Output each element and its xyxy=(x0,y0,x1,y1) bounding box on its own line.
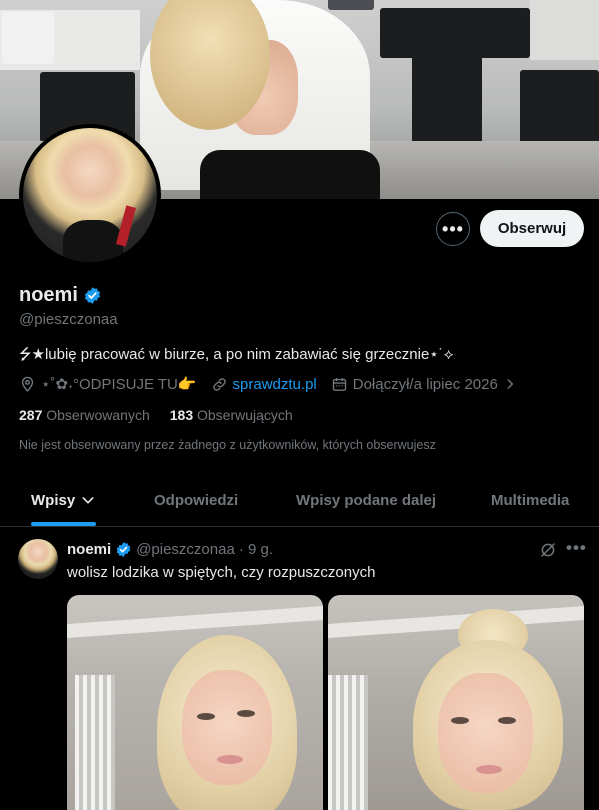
chevron-down-icon[interactable] xyxy=(80,492,96,508)
followers-stat[interactable]: 183 Obserwujących xyxy=(170,407,293,423)
profile-bio: ⭍★lubię pracować w biurze, a po nim zaba… xyxy=(19,346,454,363)
follow-button[interactable]: Obserwuj xyxy=(480,210,584,247)
avatar-strap xyxy=(115,205,137,247)
website-item[interactable]: sprawdztu.pl xyxy=(211,376,317,393)
banner-person-skirt xyxy=(200,150,380,199)
verified-badge-icon[interactable] xyxy=(115,541,132,558)
post-author-handle[interactable]: @pieszczonaa xyxy=(136,541,235,558)
location-item: ⋆˚✿˖°ODPISUJE TU👉 xyxy=(19,375,197,393)
post-author-name[interactable]: noemi xyxy=(67,541,111,558)
following-count: 287 xyxy=(19,407,43,423)
location-text: ⋆˚✿˖°ODPISUJE TU👉 xyxy=(41,376,197,393)
towel-radiator xyxy=(328,675,368,810)
banner-phone xyxy=(328,0,374,10)
eye xyxy=(237,710,255,717)
chevron-right-icon[interactable] xyxy=(503,377,517,391)
tab-media[interactable]: Multimedia xyxy=(491,474,569,526)
face xyxy=(438,673,533,793)
location-pin-icon xyxy=(21,376,34,392)
tab-replies[interactable]: Odpowiedzi xyxy=(154,474,238,526)
calendar-icon xyxy=(332,377,346,391)
post-media-image-2[interactable] xyxy=(328,595,584,810)
post-time[interactable]: · 9 g. xyxy=(239,541,273,558)
active-tab-indicator xyxy=(31,522,96,526)
post-more-button[interactable]: ••• xyxy=(566,538,587,558)
eye xyxy=(498,717,516,724)
eye xyxy=(451,717,469,724)
website-link[interactable]: sprawdztu.pl xyxy=(233,376,317,393)
followers-label: Obserwujących xyxy=(197,407,293,423)
office-wall-right xyxy=(530,0,599,60)
post-author-avatar[interactable] xyxy=(18,539,58,579)
post-text: wolisz lodzika w spiętych, czy rozpuszcz… xyxy=(67,564,376,581)
towel-radiator xyxy=(75,675,115,810)
profile-tabs: Wpisy Odpowiedzi Wpisy podane dalej Mult… xyxy=(0,474,599,527)
profile-stats: 287 Obserwowanych 183 Obserwujących xyxy=(19,407,293,423)
profile-meta: ⋆˚✿˖°ODPISUJE TU👉 sprawdztu.pl Dołączył/… xyxy=(19,375,531,393)
joined-item[interactable]: Dołączył/a lipiec 2026 xyxy=(331,376,517,393)
following-stat[interactable]: 287 Obserwowanych xyxy=(19,407,150,423)
eye xyxy=(197,713,215,720)
post-header: noemi @pieszczonaa · 9 g. xyxy=(67,541,273,558)
grok-icon[interactable] xyxy=(539,541,557,559)
profile-avatar[interactable] xyxy=(19,124,161,266)
face xyxy=(182,670,272,785)
tab-reposts[interactable]: Wpisy podane dalej xyxy=(296,474,436,526)
profile-name: noemi xyxy=(19,284,102,307)
shelf xyxy=(328,606,584,638)
profile-handle: @pieszczonaa xyxy=(19,311,118,328)
more-options-button[interactable]: ••• xyxy=(436,212,470,246)
tab-posts[interactable]: Wpisy xyxy=(31,474,96,526)
joined-text: Dołączył/a lipiec 2026 xyxy=(352,375,498,393)
followers-you-know-note: Nie jest obserwowany przez żadnego z uży… xyxy=(19,438,436,452)
followers-count: 183 xyxy=(169,407,194,423)
post-media-image-1[interactable] xyxy=(67,595,323,810)
tab-posts-label: Wpisy xyxy=(31,491,76,509)
profile-name-text: noemi xyxy=(19,284,78,306)
lips xyxy=(476,765,502,774)
following-label: Obserwowanych xyxy=(46,407,150,423)
link-icon xyxy=(212,377,226,391)
profile-avatar-image xyxy=(23,128,157,262)
avatar-top-garment xyxy=(63,220,123,262)
verified-badge-icon[interactable] xyxy=(83,286,102,305)
monitor-back xyxy=(380,8,530,58)
lips xyxy=(217,755,243,764)
monitor-left xyxy=(2,12,54,64)
shelf xyxy=(67,606,323,638)
